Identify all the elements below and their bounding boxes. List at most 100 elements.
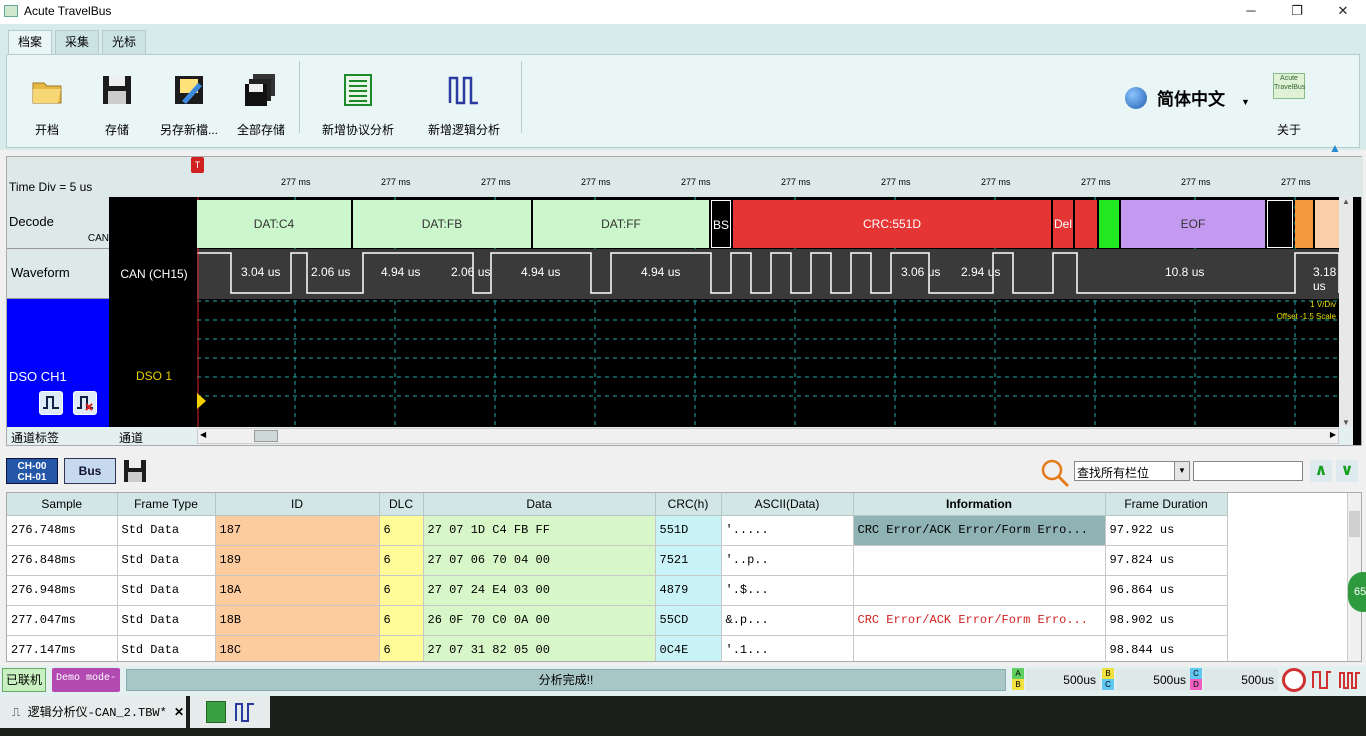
minimize-button[interactable]: ─ (1228, 0, 1274, 24)
protocol-list-icon (344, 74, 372, 106)
vertical-scrollbar[interactable]: ▲ ▼ (1339, 197, 1353, 427)
travelbus-logo-icon: Acute TravelBus (1273, 73, 1305, 99)
tab-capture[interactable]: 采集 (55, 30, 100, 54)
table-cell (853, 635, 1106, 661)
dso-label: DSO CH1 (9, 369, 67, 384)
decode-segment[interactable] (1295, 200, 1313, 248)
close-button[interactable]: ✕ (1320, 0, 1366, 24)
trigger-marker-icon[interactable]: T (191, 157, 204, 173)
decode-segment[interactable]: BS (711, 200, 731, 248)
waveform-row-label[interactable]: Waveform (7, 249, 109, 299)
chevron-down-icon[interactable]: ▼ (1174, 462, 1189, 480)
can-channel-label: CAN (CH15) (120, 267, 188, 281)
table-cell: Std Data (117, 515, 216, 546)
column-header[interactable]: Frame Duration (1105, 493, 1228, 516)
floppy-save-icon (124, 460, 146, 482)
search-field-select[interactable]: 查找所有栏位 ▼ (1074, 461, 1190, 481)
table-cell: Std Data (117, 605, 216, 636)
logic-pulse-icon[interactable] (1310, 668, 1334, 692)
search-prev-icon[interactable]: ∧ (1310, 460, 1332, 482)
chevron-down-icon[interactable]: ▼ (1241, 97, 1250, 107)
save-label: 存储 (104, 123, 129, 137)
scroll-up-icon[interactable]: ▲ (1339, 197, 1353, 206)
dso-row-label[interactable]: DSO CH1 (7, 299, 109, 427)
column-header[interactable]: Information (853, 493, 1106, 516)
document-tab[interactable]: ⎍ 逻辑分析仪-CAN_2.TBW* ✕ (0, 696, 186, 728)
document-tab-bar: ⎍ 逻辑分析仪-CAN_2.TBW* ✕ (0, 696, 1366, 736)
column-header[interactable]: Sample (7, 493, 118, 516)
add-logic-analysis-button[interactable]: 新增逻辑分析 (425, 69, 503, 137)
table-row[interactable]: 277.147ms Std Data 18C 6 27 07 31 82 05 00 0C… (7, 635, 1228, 661)
time-tick-label: 277 ms (381, 177, 411, 187)
dso-level-marker-icon[interactable] (197, 393, 206, 409)
table-row[interactable]: 276.748ms Std Data 187 6 27 07 1D C4 FB FF 55… (7, 515, 1228, 546)
logic-wave-icon (448, 76, 478, 105)
decode-row-label[interactable]: Decode CAN (7, 197, 109, 249)
tab-cursor[interactable]: 光标 (102, 30, 147, 54)
side-badge[interactable]: 65 (1348, 572, 1366, 612)
save-as-button[interactable]: 另存新檔... (157, 69, 221, 137)
table-row[interactable]: 276.848ms Std Data 189 6 27 07 06 70 04 00 75… (7, 545, 1228, 576)
column-header[interactable]: Data (423, 493, 656, 516)
open-button[interactable]: 开档 (21, 69, 73, 137)
decode-segment[interactable]: DAT:C4 (197, 200, 351, 248)
waveform-plot[interactable]: DAT:C4 DAT:FB DAT:FF BS CRC:551D Del EOF 3.04 … (197, 197, 1339, 427)
tab-file[interactable]: 档案 (8, 30, 53, 56)
clock-icon[interactable] (1282, 668, 1306, 692)
decode-segment[interactable]: DAT:FF (533, 200, 709, 248)
decode-segment[interactable]: CRC:551D (733, 200, 1051, 248)
table-cell: 55CD (655, 605, 722, 636)
search-next-icon[interactable]: ∨ (1336, 460, 1358, 482)
close-tab-icon[interactable]: ✕ (174, 706, 184, 720)
maximize-button[interactable]: ❐ (1274, 0, 1320, 24)
column-header[interactable]: DLC (379, 493, 424, 516)
multi-pulse-icon[interactable] (1338, 668, 1362, 692)
dso-remove-button[interactable] (73, 391, 97, 415)
dso-settings-button[interactable] (39, 391, 63, 415)
pulse-width-label: 4.94 us (641, 265, 681, 279)
search-input[interactable] (1193, 461, 1303, 481)
decode-segment[interactable]: DAT:FB (353, 200, 531, 248)
collapse-ribbon-icon[interactable]: ▲ (1329, 141, 1341, 155)
scroll-right-icon[interactable]: ▶ (1330, 430, 1336, 439)
table-scroll-thumb[interactable] (1349, 511, 1360, 537)
save-button[interactable]: 存储 (91, 69, 143, 137)
decode-segment[interactable] (1315, 200, 1339, 248)
about-button[interactable]: Acute TravelBus 关于 (1269, 69, 1309, 137)
horizontal-scroll-thumb[interactable] (254, 430, 278, 442)
decode-segment[interactable] (1099, 200, 1119, 248)
bus-button[interactable]: Bus (64, 458, 116, 484)
horizontal-scrollbar[interactable]: ◀ ▶ (197, 428, 1339, 444)
scroll-left-icon[interactable]: ◀ (200, 430, 206, 439)
list-save-button[interactable] (122, 458, 148, 484)
search-icon[interactable] (1040, 458, 1070, 488)
decode-segment[interactable] (1267, 200, 1293, 248)
time-tick-label: 277 ms (681, 177, 711, 187)
open-label: 开档 (34, 123, 59, 137)
import-icon[interactable] (206, 701, 226, 723)
column-header[interactable]: Frame Type (117, 493, 216, 516)
table-row[interactable]: 277.047ms Std Data 18B 6 26 0F 70 C0 0A 00 55… (7, 605, 1228, 636)
column-header[interactable]: ID (215, 493, 380, 516)
add-protocol-analysis-button[interactable]: 新增协议分析 (319, 69, 397, 137)
save-all-button[interactable]: 全部存储 (233, 69, 289, 137)
scroll-down-icon[interactable]: ▼ (1339, 418, 1353, 427)
column-header[interactable]: ASCII(Data) (721, 493, 854, 516)
channel-column: CAN (CH15) DSO 1 (117, 197, 191, 427)
logic-wave-icon[interactable] (234, 701, 256, 723)
table-cell: 6 (379, 575, 424, 606)
ribbon-panel: 开档 存储 另存新檔... 全部存储 新增协议分析 新增逻辑分析 简体中文 ▼ … (6, 54, 1360, 155)
ribbon: 档案 采集 光标 开档 存储 另存新檔... 全部存储 新增协议分析 新增逻辑分… (0, 24, 1366, 155)
frame-table: Sample Frame Type ID DLC Data CRC(h) ASCII(Dat… (6, 492, 1362, 662)
table-cell: 27 07 1D C4 FB FF (423, 515, 656, 546)
ribbon-separator (521, 61, 522, 133)
decode-segment[interactable] (1075, 200, 1097, 248)
table-row[interactable]: 276.948ms Std Data 18A 6 27 07 24 E4 03 00 48… (7, 575, 1228, 606)
column-header[interactable]: CRC(h) (655, 493, 722, 516)
channel-selector-button[interactable]: CH-00 CH-01 (6, 458, 58, 484)
decode-segment[interactable]: EOF (1121, 200, 1265, 248)
progress-status: 分析完成!! (126, 669, 1006, 691)
language-select[interactable]: 简体中文 (1157, 85, 1225, 110)
save-all-label: 全部存储 (236, 123, 285, 137)
decode-segment[interactable]: Del (1053, 200, 1073, 248)
